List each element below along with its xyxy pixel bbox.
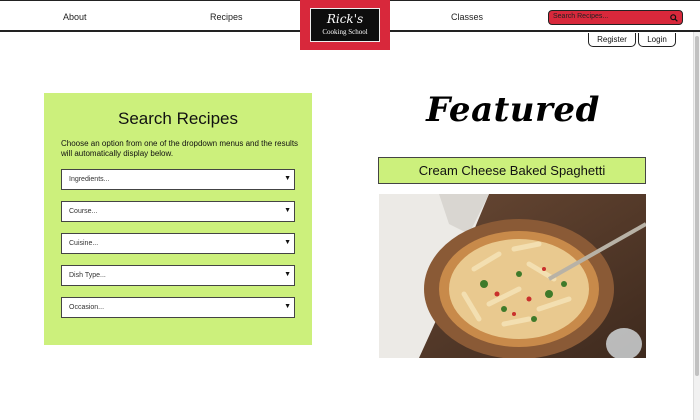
nav-recipes-link[interactable]: Recipes xyxy=(210,12,243,22)
featured-recipe-image[interactable] xyxy=(379,194,646,358)
logo-name: Rick's xyxy=(326,12,364,26)
dropdown-label: Cuisine... xyxy=(69,240,99,247)
register-button[interactable]: Register xyxy=(588,33,636,47)
logo-subtitle: Cooking School xyxy=(322,28,368,36)
search-input[interactable]: Search Recipes... xyxy=(553,13,608,20)
dropdown-label: Course... xyxy=(69,208,98,215)
featured-heading: Featured xyxy=(426,90,600,130)
dropdown-caret-icon: ▼ xyxy=(284,207,291,214)
dropdown-caret-icon: ▼ xyxy=(284,271,291,278)
nav-classes-link[interactable]: Classes xyxy=(451,12,483,22)
search-recipes-panel: Search Recipes Choose an option from one… xyxy=(44,93,312,345)
dropdown-label: Dish Type... xyxy=(69,272,106,279)
dish-type-dropdown[interactable]: Dish Type... ▼ xyxy=(61,265,295,286)
dropdown-label: Ingredients... xyxy=(69,176,110,183)
nav-about-link[interactable]: About xyxy=(63,12,87,22)
occasion-dropdown[interactable]: Occasion... ▼ xyxy=(61,297,295,318)
login-button[interactable]: Login xyxy=(638,33,676,47)
scrollbar-thumb[interactable] xyxy=(695,36,699,376)
search-icon[interactable] xyxy=(670,14,678,22)
page-scrollbar[interactable] xyxy=(693,32,700,420)
search-panel-description: Choose an option from one of the dropdow… xyxy=(61,139,299,158)
search-panel-title: Search Recipes xyxy=(117,109,238,128)
dropdown-caret-icon: ▼ xyxy=(284,175,291,182)
logo-badge: Rick's Cooking School xyxy=(310,8,380,42)
dropdown-caret-icon: ▼ xyxy=(284,239,291,246)
course-dropdown[interactable]: Course... ▼ xyxy=(61,201,295,222)
featured-recipe-title[interactable]: Cream Cheese Baked Spaghetti xyxy=(378,157,646,184)
cuisine-dropdown[interactable]: Cuisine... ▼ xyxy=(61,233,295,254)
search-box[interactable]: Search Recipes... xyxy=(548,10,683,25)
site-logo[interactable]: Rick's Cooking School xyxy=(300,0,390,50)
dropdown-caret-icon: ▼ xyxy=(284,303,291,310)
dropdown-label: Occasion... xyxy=(69,304,105,311)
pasta-dish-photo xyxy=(379,194,646,358)
ingredients-dropdown[interactable]: Ingredients... ▼ xyxy=(61,169,295,190)
